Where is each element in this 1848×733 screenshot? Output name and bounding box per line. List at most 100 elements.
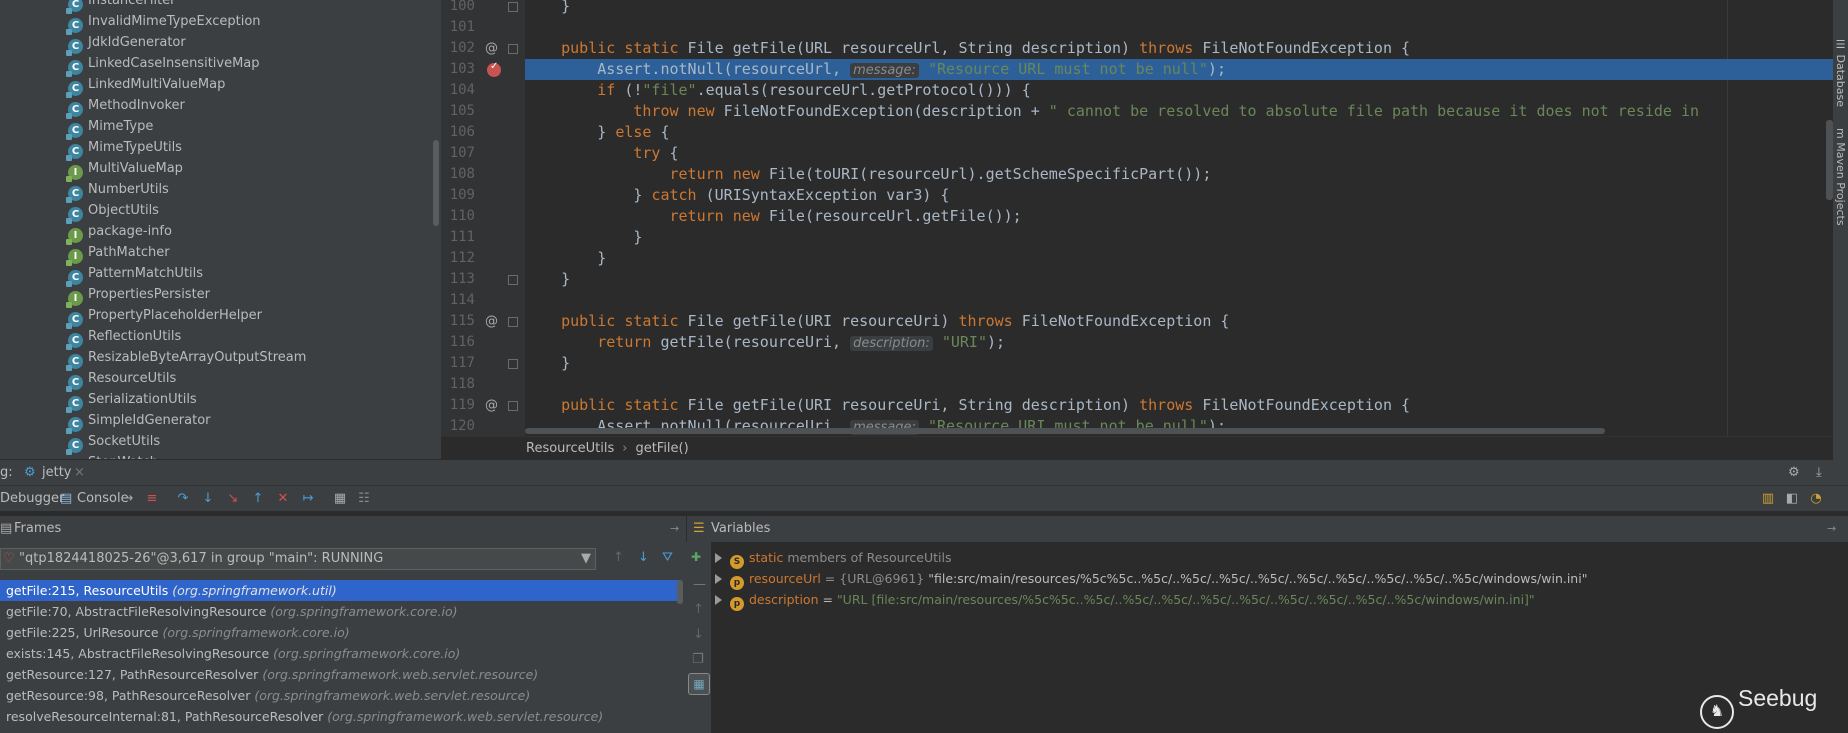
code-line[interactable]: Assert.notNull(resourceUrl, message: "Re…: [525, 59, 1833, 80]
pin-icon[interactable]: →: [120, 491, 136, 507]
fold-marker-icon[interactable]: [508, 275, 518, 285]
override-marker-icon[interactable]: @: [485, 311, 498, 332]
tree-item[interactable]: C PropertyPlaceholderHelper: [66, 305, 262, 329]
fold-marker-icon[interactable]: [508, 44, 518, 54]
tree-item[interactable]: C NumberUtils: [66, 179, 169, 203]
next-thread-icon[interactable]: ↓: [638, 550, 649, 565]
tree-item[interactable]: C JdkIdGenerator: [66, 32, 186, 56]
code-line[interactable]: }: [525, 353, 1833, 374]
override-marker-icon[interactable]: @: [485, 38, 498, 59]
code-line[interactable]: } else {: [525, 122, 1833, 143]
new-watch-icon[interactable]: ✚: [691, 550, 701, 564]
expand-icon[interactable]: [715, 595, 722, 605]
code-line[interactable]: [525, 290, 1833, 311]
frame-row[interactable]: getFile:225, UrlResource (org.springfram…: [0, 622, 680, 643]
code-line[interactable]: }: [525, 248, 1833, 269]
frames-pin-icon[interactable]: →: [670, 516, 679, 542]
project-tree-scrollbar[interactable]: [433, 140, 439, 226]
run-to-cursor-icon[interactable]: ↦: [300, 491, 316, 507]
breakpoint-icon[interactable]: [487, 61, 501, 77]
step-out-icon[interactable]: ↑: [250, 491, 266, 507]
frame-row[interactable]: getFile:70, AbstractFileResolvingResourc…: [0, 601, 680, 622]
tree-item[interactable]: C MimeTypeUtils: [66, 137, 182, 161]
expand-icon[interactable]: [715, 574, 722, 584]
code-line[interactable]: throw new FileNotFoundException(descript…: [525, 101, 1833, 122]
code-line[interactable]: }: [525, 0, 1833, 17]
restore-layout-icon[interactable]: ▥: [1760, 491, 1776, 507]
fold-marker-icon[interactable]: [508, 2, 518, 12]
variable-static[interactable]: Sstatic members of ResourceUtils: [712, 547, 951, 569]
memory-icon[interactable]: ◧: [1784, 491, 1800, 507]
code-line[interactable]: }: [525, 227, 1833, 248]
show-execution-point-icon[interactable]: ≡: [144, 491, 160, 507]
frame-row[interactable]: resolveResourceInternal:81, PathResource…: [0, 706, 680, 727]
project-tree[interactable]: C InstanceFilter C InvalidMimeTypeException…: [0, 0, 441, 459]
code-line[interactable]: try {: [525, 143, 1833, 164]
tree-item[interactable]: C SerializationUtils: [66, 389, 197, 413]
code-line[interactable]: [525, 17, 1833, 38]
tree-item[interactable]: C PatternMatchUtils: [66, 263, 203, 287]
database-tool-tab[interactable]: ☰ Database: [1834, 38, 1847, 107]
fold-marker-icon[interactable]: [508, 317, 518, 327]
fold-marker-icon[interactable]: [508, 401, 518, 411]
frames-scrollbar[interactable]: [677, 580, 683, 604]
frame-row[interactable]: getResource:98, PathResourceResolver (or…: [0, 685, 680, 706]
tree-item[interactable]: C SocketUtils: [66, 431, 160, 455]
previous-thread-icon[interactable]: ↑: [613, 550, 624, 565]
expand-icon[interactable]: [715, 553, 722, 563]
breadcrumb-class[interactable]: ResourceUtils: [526, 441, 614, 456]
code-line[interactable]: }: [525, 269, 1833, 290]
tab-debugger[interactable]: Debugger: [0, 489, 64, 509]
editor-gutter[interactable]: 100 101 102 @103 104 105 106 107 108 109 110 111 112…: [441, 0, 525, 436]
editor-horizontal-scrollbar[interactable]: [525, 428, 1605, 434]
tree-item[interactable]: C InvalidMimeTypeException: [66, 11, 261, 35]
code-editor[interactable]: 100 101 102 @103 104 105 106 107 108 109 110 111 112…: [441, 0, 1833, 436]
step-into-icon[interactable]: ↓: [200, 491, 216, 507]
tree-item[interactable]: I MultiValueMap: [66, 158, 183, 182]
tree-item[interactable]: C MethodInvoker: [66, 95, 185, 119]
filter-icon[interactable]: ⛛: [662, 550, 673, 565]
variable-description[interactable]: p description = "URL [file:src/main/resou…: [712, 589, 1535, 611]
tree-item[interactable]: I PropertiesPersister: [66, 284, 210, 308]
tree-item[interactable]: C LinkedCaseInsensitiveMap: [66, 53, 260, 77]
frame-row[interactable]: exists:145, AbstractFileResolvingResourc…: [0, 643, 680, 664]
tree-item[interactable]: C ResourceUtils: [66, 368, 176, 392]
overhead-icon[interactable]: ◔: [1808, 491, 1824, 507]
step-over-icon[interactable]: ↷: [175, 491, 191, 507]
settings-gear-icon[interactable]: ⚙: [1788, 463, 1800, 483]
trace-icon[interactable]: ☷: [356, 491, 372, 507]
move-up-icon[interactable]: ↑: [693, 602, 704, 617]
code-line[interactable]: if (!"file".equals(resourceUrl.getProtoc…: [525, 80, 1833, 101]
tree-item[interactable]: C ObjectUtils: [66, 200, 159, 224]
tree-item[interactable]: CStopWatch: [68, 452, 158, 459]
maven-tool-tab[interactable]: m Maven Projects: [1834, 128, 1847, 226]
variables-pin-icon[interactable]: →: [1827, 516, 1836, 542]
chevron-down-icon[interactable]: ▼: [581, 549, 591, 569]
show-watches-icon[interactable]: ▦: [688, 673, 710, 695]
frame-row[interactable]: getFile:215, ResourceUtils (org.springfr…: [0, 580, 680, 601]
copy-icon[interactable]: ❐: [692, 652, 704, 667]
code-line[interactable]: public static File getFile(URI resourceU…: [525, 311, 1833, 332]
tree-item[interactable]: C LinkedMultiValueMap: [66, 74, 225, 98]
drop-frame-icon[interactable]: ✕: [275, 491, 291, 507]
tree-item[interactable]: C ResizableByteArrayOutputStream: [66, 347, 306, 371]
code-line[interactable]: return new File(toURI(resourceUrl).getSc…: [525, 164, 1833, 185]
tree-item[interactable]: C ReflectionUtils: [66, 326, 181, 350]
evaluate-expression-icon[interactable]: ▦: [332, 491, 348, 507]
tree-item[interactable]: I PathMatcher: [66, 242, 170, 266]
breadcrumb-method[interactable]: getFile(): [635, 441, 688, 456]
thread-selector[interactable]: ♡ "qtp1824418025-26"@3,617 in group "mai…: [0, 548, 596, 570]
editor-vertical-scrollbar[interactable]: [1826, 120, 1833, 200]
variable-resourceUrl[interactable]: p resourceUrl = {URL@6961} "file:src/main…: [712, 568, 1587, 590]
code-line[interactable]: [525, 374, 1833, 395]
run-config-tab[interactable]: jetty: [42, 463, 72, 483]
force-step-into-icon[interactable]: ↘: [225, 491, 241, 507]
code-line[interactable]: return new File(resourceUrl.getFile());: [525, 206, 1833, 227]
code-line[interactable]: } catch (URISyntaxException var3) {: [525, 185, 1833, 206]
frame-row[interactable]: getResource:127, PathResourceResolver (o…: [0, 664, 680, 685]
override-marker-icon[interactable]: @: [485, 395, 498, 416]
code-line[interactable]: public static File getFile(URL resourceU…: [525, 38, 1833, 59]
move-down-icon[interactable]: ↓: [693, 627, 704, 642]
hide-panel-icon[interactable]: ⤓: [1816, 463, 1822, 483]
tree-item[interactable]: C MimeType: [66, 116, 153, 140]
